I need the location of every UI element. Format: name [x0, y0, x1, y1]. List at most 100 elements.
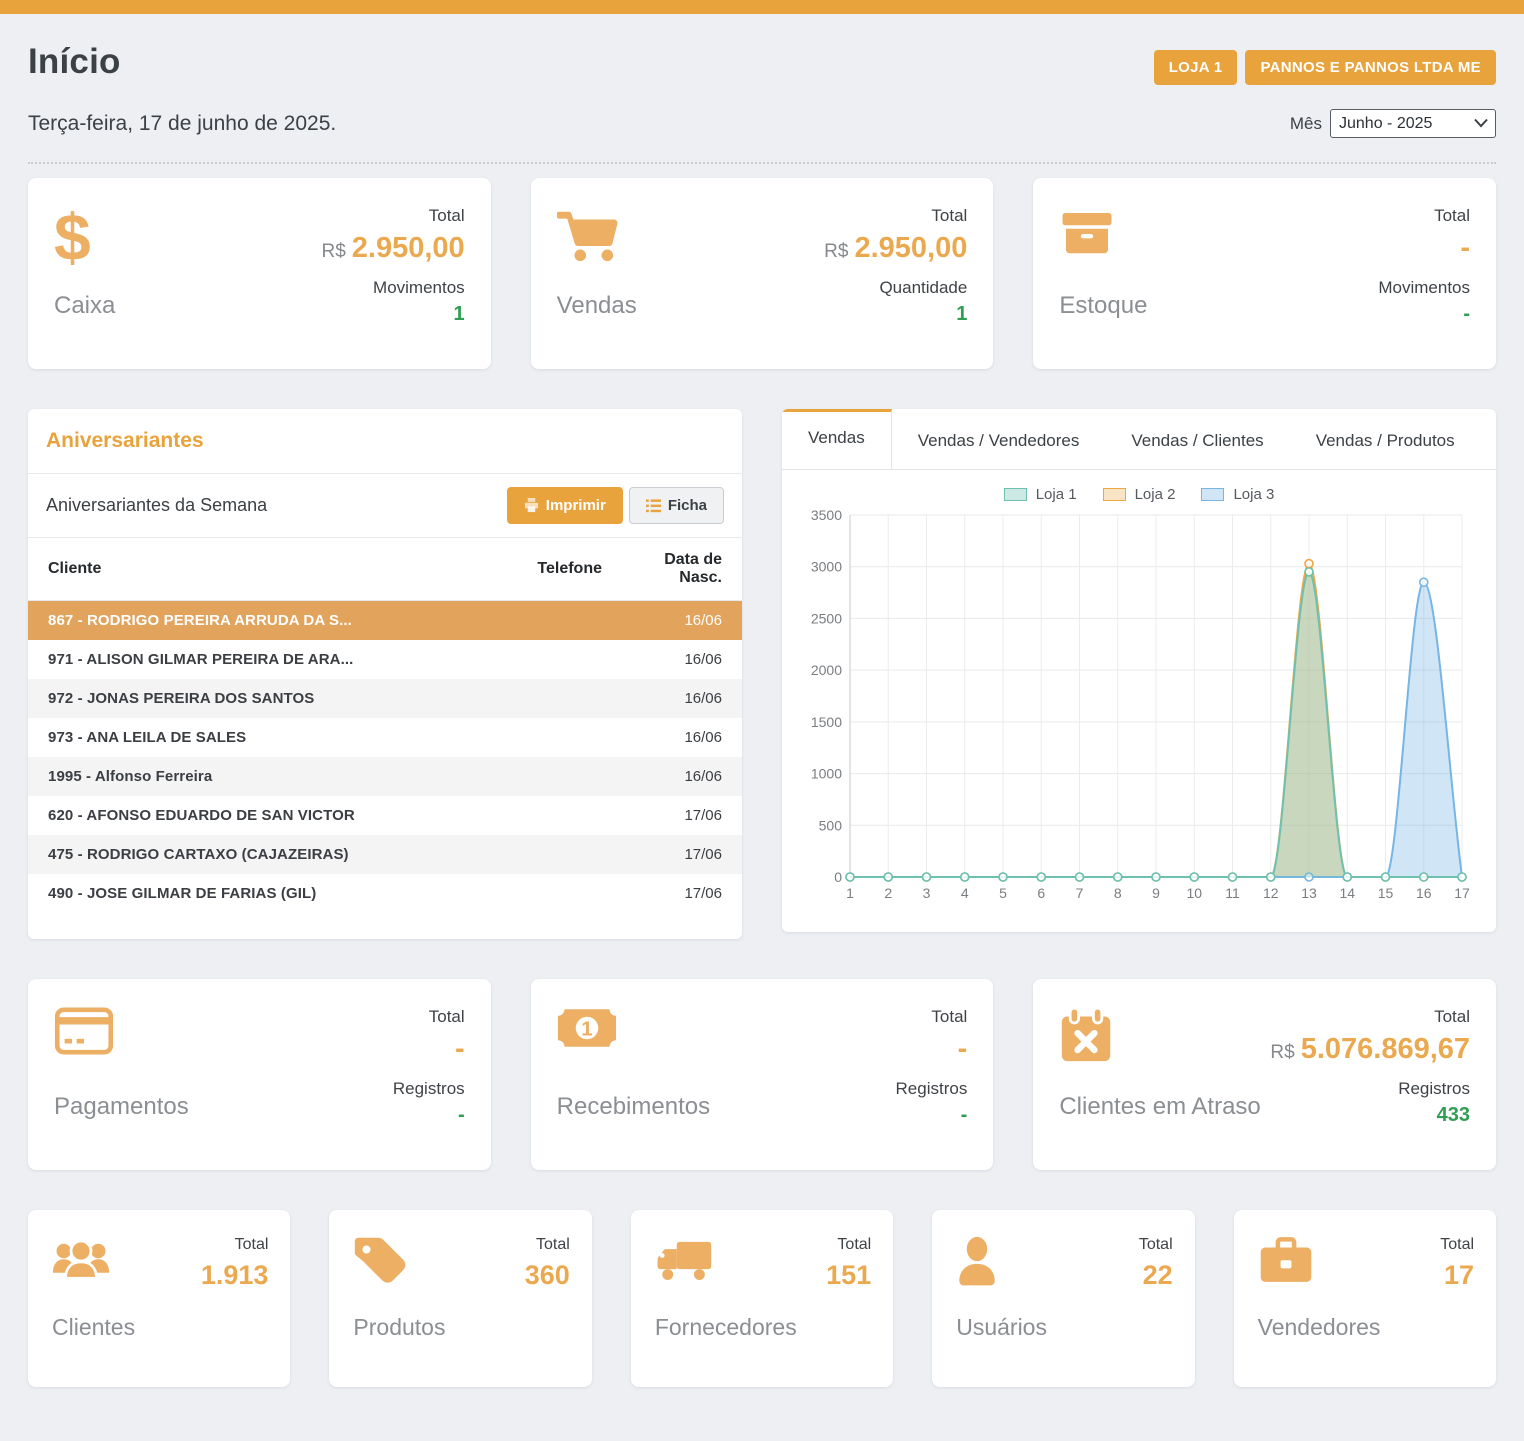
- legend-item[interactable]: Loja 3: [1201, 486, 1274, 503]
- table-row[interactable]: 973 - ANA LEILA DE SALES16/06: [28, 718, 742, 757]
- month-select[interactable]: Junho - 2025: [1330, 109, 1496, 138]
- tab-vendas-produtos[interactable]: Vendas / Produtos: [1290, 409, 1481, 469]
- clientes-total: 1.913: [201, 1260, 269, 1291]
- total-label: Total: [429, 1007, 465, 1027]
- svg-text:1000: 1000: [811, 766, 842, 782]
- estoque-label: Estoque: [1059, 292, 1147, 320]
- total-value: -: [1454, 230, 1470, 268]
- col-cliente: Cliente: [28, 538, 492, 601]
- legend-item[interactable]: Loja 2: [1103, 486, 1176, 503]
- legend-swatch: [1201, 488, 1224, 501]
- registros-label: Registros: [1398, 1079, 1470, 1099]
- total-label: Total: [826, 1236, 871, 1254]
- table-row[interactable]: 490 - JOSE GILMAR DE FARIAS (GIL)17/06: [28, 874, 742, 913]
- svg-text:2: 2: [884, 885, 892, 901]
- svg-text:0: 0: [834, 869, 842, 885]
- produtos-label: Produtos: [353, 1314, 445, 1341]
- users-icon: [52, 1236, 110, 1286]
- header-badges: LOJA 1 PANNOS E PANNOS LTDA ME: [1154, 50, 1496, 85]
- money-bill-icon: 1: [557, 1007, 617, 1049]
- movimentos-label: Movimentos: [1378, 278, 1470, 298]
- total-value: R$2.950,00: [321, 230, 464, 268]
- clientes-label: Clientes: [52, 1314, 135, 1341]
- fornecedores-card: Fornecedores Total 151: [631, 1210, 893, 1387]
- svg-text:6: 6: [1037, 885, 1045, 901]
- tag-icon: [353, 1236, 407, 1290]
- clientes-card: Clientes Total 1.913: [28, 1210, 290, 1387]
- tab-vendas-vendedores[interactable]: Vendas / Vendedores: [892, 409, 1106, 469]
- dollar-icon: $: [54, 206, 91, 269]
- svg-text:11: 11: [1225, 885, 1240, 901]
- svg-text:8: 8: [1114, 885, 1122, 901]
- legend-swatch: [1004, 488, 1027, 501]
- svg-text:1500: 1500: [811, 714, 842, 730]
- table-row[interactable]: 867 - RODRIGO PEREIRA ARRUDA DA S...16/0…: [28, 601, 742, 641]
- aniversariantes-subtitle: Aniversariantes da Semana: [46, 495, 267, 516]
- pagamentos-label: Pagamentos: [54, 1093, 189, 1121]
- top-stat-cards: $ Caixa Total R$2.950,00 Movimentos 1 Ve…: [28, 178, 1496, 369]
- total-value: -: [449, 1031, 465, 1069]
- usuarios-card: Usuários Total 22: [932, 1210, 1194, 1387]
- dashboard: Início LOJA 1 PANNOS E PANNOS LTDA ME Te…: [0, 42, 1524, 1441]
- total-label: Total: [429, 206, 465, 226]
- registros-value: -: [458, 1104, 465, 1127]
- registros-label: Registros: [896, 1079, 968, 1099]
- table-row[interactable]: 971 - ALISON GILMAR PEREIRA DE ARA...16/…: [28, 640, 742, 679]
- svg-text:9: 9: [1152, 885, 1160, 901]
- vendas-label: Vendas: [557, 292, 637, 320]
- svg-text:13: 13: [1301, 885, 1317, 901]
- svg-text:1: 1: [846, 885, 854, 901]
- company-badge: PANNOS E PANNOS LTDA ME: [1245, 50, 1496, 85]
- usuarios-total: 22: [1139, 1260, 1173, 1291]
- caixa-label: Caixa: [54, 292, 115, 320]
- page-title: Início: [28, 42, 121, 82]
- total-label: Total: [1139, 1236, 1173, 1254]
- svg-text:10: 10: [1186, 885, 1202, 901]
- vendas-chart-panel: Vendas Vendas / Vendedores Vendas / Clie…: [782, 409, 1496, 932]
- movimentos-value: 1: [454, 303, 465, 326]
- svg-text:2500: 2500: [811, 610, 842, 626]
- registros-value: -: [961, 1104, 968, 1127]
- store-badge: LOJA 1: [1154, 50, 1238, 85]
- vendedores-label: Vendedores: [1258, 1314, 1381, 1341]
- month-label: Mês: [1290, 114, 1322, 134]
- imprimir-button[interactable]: Imprimir: [507, 487, 623, 524]
- recebimentos-label: Recebimentos: [557, 1093, 710, 1121]
- svg-text:17: 17: [1454, 885, 1470, 901]
- table-row[interactable]: 475 - RODRIGO CARTAXO (CAJAZEIRAS)17/06: [28, 835, 742, 874]
- clientes-atraso-card: Clientes em Atraso Total R$5.076.869,67 …: [1033, 979, 1496, 1170]
- list-icon: [646, 499, 661, 513]
- summary-cards: Clientes Total 1.913 Produtos Total 360: [28, 1210, 1496, 1387]
- tab-vendas[interactable]: Vendas: [782, 409, 892, 469]
- total-value: -: [952, 1031, 968, 1069]
- legend-item[interactable]: Loja 1: [1004, 486, 1077, 503]
- usuarios-label: Usuários: [956, 1314, 1047, 1341]
- total-label: Total: [525, 1236, 570, 1254]
- svg-text:1: 1: [581, 1018, 592, 1041]
- calendar-times-icon: [1059, 1007, 1113, 1065]
- legend-label: Loja 2: [1135, 486, 1176, 503]
- cart-icon: [557, 206, 619, 264]
- currency-prefix: R$: [824, 241, 848, 262]
- recebimentos-card: 1 Recebimentos Total - Registros -: [531, 979, 994, 1170]
- table-row[interactable]: 972 - JONAS PEREIRA DOS SANTOS16/06: [28, 679, 742, 718]
- table-row[interactable]: 620 - AFONSO EDUARDO DE SAN VICTOR17/06: [28, 796, 742, 835]
- movimentos-label: Movimentos: [373, 278, 465, 298]
- svg-text:12: 12: [1263, 885, 1279, 901]
- fornecedores-label: Fornecedores: [655, 1314, 797, 1341]
- total-label: Total: [201, 1236, 269, 1254]
- box-icon: [1059, 206, 1115, 262]
- mid-stat-cards: Pagamentos Total - Registros - 1: [28, 979, 1496, 1170]
- registros-label: Registros: [393, 1079, 465, 1099]
- svg-text:15: 15: [1378, 885, 1394, 901]
- svg-text:4: 4: [961, 885, 969, 901]
- pagamentos-card: Pagamentos Total - Registros -: [28, 979, 491, 1170]
- table-row[interactable]: 1995 - Alfonso Ferreira16/06: [28, 757, 742, 796]
- total-label: Total: [1440, 1236, 1474, 1254]
- legend-swatch: [1103, 488, 1126, 501]
- ficha-button[interactable]: Ficha: [629, 487, 724, 524]
- vendas-chart: 0500100015002000250030003500123456789101…: [800, 507, 1476, 911]
- credit-card-icon: [54, 1007, 114, 1055]
- tab-vendas-clientes[interactable]: Vendas / Clientes: [1105, 409, 1289, 469]
- briefcase-icon: [1258, 1236, 1314, 1288]
